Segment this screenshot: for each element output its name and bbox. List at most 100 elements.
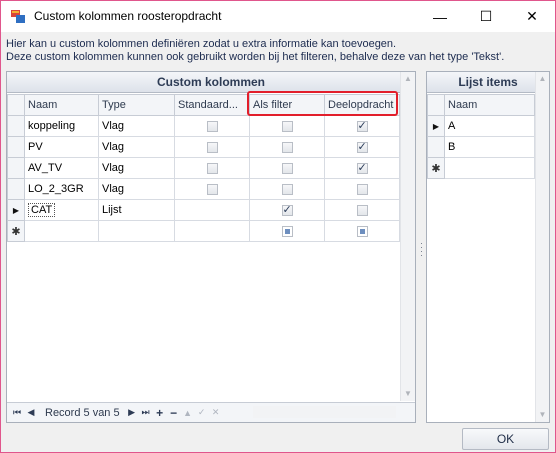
deelopdracht-checkbox[interactable] [356,204,368,216]
row-indicator[interactable] [427,136,445,158]
cancel-edit-icon[interactable]: ✕ [210,407,222,418]
row-indicator-header [427,94,445,116]
als-filter-checkbox[interactable] [281,183,293,195]
previous-record-icon[interactable]: ◀ [25,407,37,418]
cell-naam[interactable]: LO_2_3GR [24,178,99,200]
cell-deelopdracht[interactable] [324,178,400,200]
ok-button[interactable]: OK [462,428,549,450]
next-record-icon[interactable]: ▶ [126,407,138,418]
scroll-down-icon[interactable]: ▼ [401,387,415,401]
row-indicator[interactable] [7,136,25,158]
cell-als-filter[interactable] [249,136,325,158]
edit-record-icon[interactable]: ▲ [182,408,194,418]
new-row-indicator[interactable]: ✱ [427,157,445,179]
maximize-button[interactable]: ☐ [463,1,509,32]
new-row-cell-standaard[interactable] [174,220,250,242]
column-header-standaard[interactable]: Standaard... [174,94,250,116]
close-button[interactable]: ✕ [509,1,555,32]
last-record-icon[interactable]: ⏭ [140,407,152,418]
scroll-up-icon[interactable]: ▲ [536,72,549,86]
standaard-checkbox[interactable] [206,141,218,153]
table-row[interactable]: LO_2_3GR Vlag [7,178,400,200]
cell-type[interactable]: Vlag [98,178,175,200]
deelopdracht-checkbox[interactable] [356,225,368,237]
list-items-grid: Naam ▶ A B ✱ [427,94,535,179]
cell-type[interactable]: Lijst [98,199,175,221]
new-row-cell-als-filter[interactable] [249,220,325,242]
scroll-up-icon[interactable]: ▲ [401,72,415,86]
new-row[interactable]: ✱ [7,220,400,242]
cell-standaard[interactable] [174,115,250,137]
als-filter-checkbox[interactable] [281,162,293,174]
als-filter-checkbox[interactable] [281,225,293,237]
custom-grid-vertical-scrollbar[interactable]: ▲ ▼ [400,72,415,401]
current-row-indicator[interactable]: ▶ [427,115,445,137]
confirm-edit-icon[interactable]: ✓ [196,407,208,418]
cell-type[interactable]: Vlag [98,115,175,137]
new-row[interactable]: ✱ [427,157,535,179]
cell-deelopdracht[interactable] [324,136,400,158]
column-header-naam[interactable]: Naam [444,94,535,116]
current-row-indicator[interactable]: ▶ [7,199,25,221]
row-indicator[interactable] [7,157,25,179]
standaard-checkbox[interactable] [206,120,218,132]
scroll-down-icon[interactable]: ▼ [536,408,549,422]
row-indicator[interactable] [7,115,25,137]
cell-standaard[interactable] [174,136,250,158]
remove-record-icon[interactable]: − [168,406,180,420]
new-row-cell-deelopdracht[interactable] [324,220,400,242]
minimize-button[interactable]: — [417,1,463,32]
als-filter-checkbox[interactable] [281,203,293,216]
cell-deelopdracht[interactable] [324,115,400,137]
row-indicator[interactable] [7,178,25,200]
column-header-naam[interactable]: Naam [24,94,99,116]
cell-als-filter[interactable] [249,178,325,200]
table-row[interactable]: koppeling Vlag [7,115,400,137]
list-item[interactable]: B [427,136,535,158]
cell-als-filter[interactable] [249,157,325,179]
row-pointer-icon: ▶ [12,206,20,215]
column-header-type[interactable]: Type [98,94,175,116]
table-row[interactable]: ▶ CAT Lijst [7,199,400,221]
custom-columns-panel: Custom kolommen Naam Type Standaard... A… [6,71,416,423]
splitter-grip-icon[interactable]: · · · · [420,239,423,260]
cell-deelopdracht[interactable] [324,199,400,221]
cell-naam[interactable]: koppeling [24,115,99,137]
cell-naam[interactable]: AV_TV [24,157,99,179]
cell-als-filter[interactable] [249,115,325,137]
new-row-cell-type[interactable] [98,220,175,242]
new-row-indicator[interactable]: ✱ [7,220,25,242]
cell-standaard[interactable] [174,199,250,221]
table-row[interactable]: AV_TV Vlag [7,157,400,179]
list-item[interactable]: ▶ A [427,115,535,137]
cell-naam[interactable]: PV [24,136,99,158]
list-item-naam[interactable]: A [444,115,535,137]
list-grid-vertical-scrollbar[interactable]: ▲ ▼ [535,72,549,422]
deelopdracht-checkbox[interactable] [356,183,368,195]
add-record-icon[interactable]: + [154,406,166,420]
new-row-icon: ✱ [11,225,21,238]
cell-standaard[interactable] [174,157,250,179]
cell-standaard[interactable] [174,178,250,200]
new-row-cell-naam[interactable] [444,157,535,179]
als-filter-checkbox[interactable] [281,141,293,153]
cell-type[interactable]: Vlag [98,136,175,158]
deelopdracht-checkbox[interactable] [356,119,368,132]
table-row[interactable]: PV Vlag [7,136,400,158]
standaard-checkbox[interactable] [206,183,218,195]
description: Hier kan u custom kolommen definiëren zo… [6,38,504,64]
cell-type[interactable]: Vlag [98,157,175,179]
first-record-icon[interactable]: ⏮ [11,407,23,418]
deelopdracht-checkbox[interactable] [356,161,368,174]
custom-grid-horizontal-scrollbar[interactable] [253,406,396,418]
cell-naam[interactable]: CAT [24,199,99,221]
als-filter-checkbox[interactable] [281,120,293,132]
standaard-checkbox[interactable] [206,162,218,174]
cell-als-filter[interactable] [249,199,325,221]
deelopdracht-checkbox[interactable] [356,140,368,153]
close-icon: ✕ [526,8,538,24]
list-item-naam[interactable]: B [444,136,535,158]
new-row-icon: ✱ [431,162,441,175]
new-row-cell-naam[interactable] [24,220,99,242]
cell-deelopdracht[interactable] [324,157,400,179]
